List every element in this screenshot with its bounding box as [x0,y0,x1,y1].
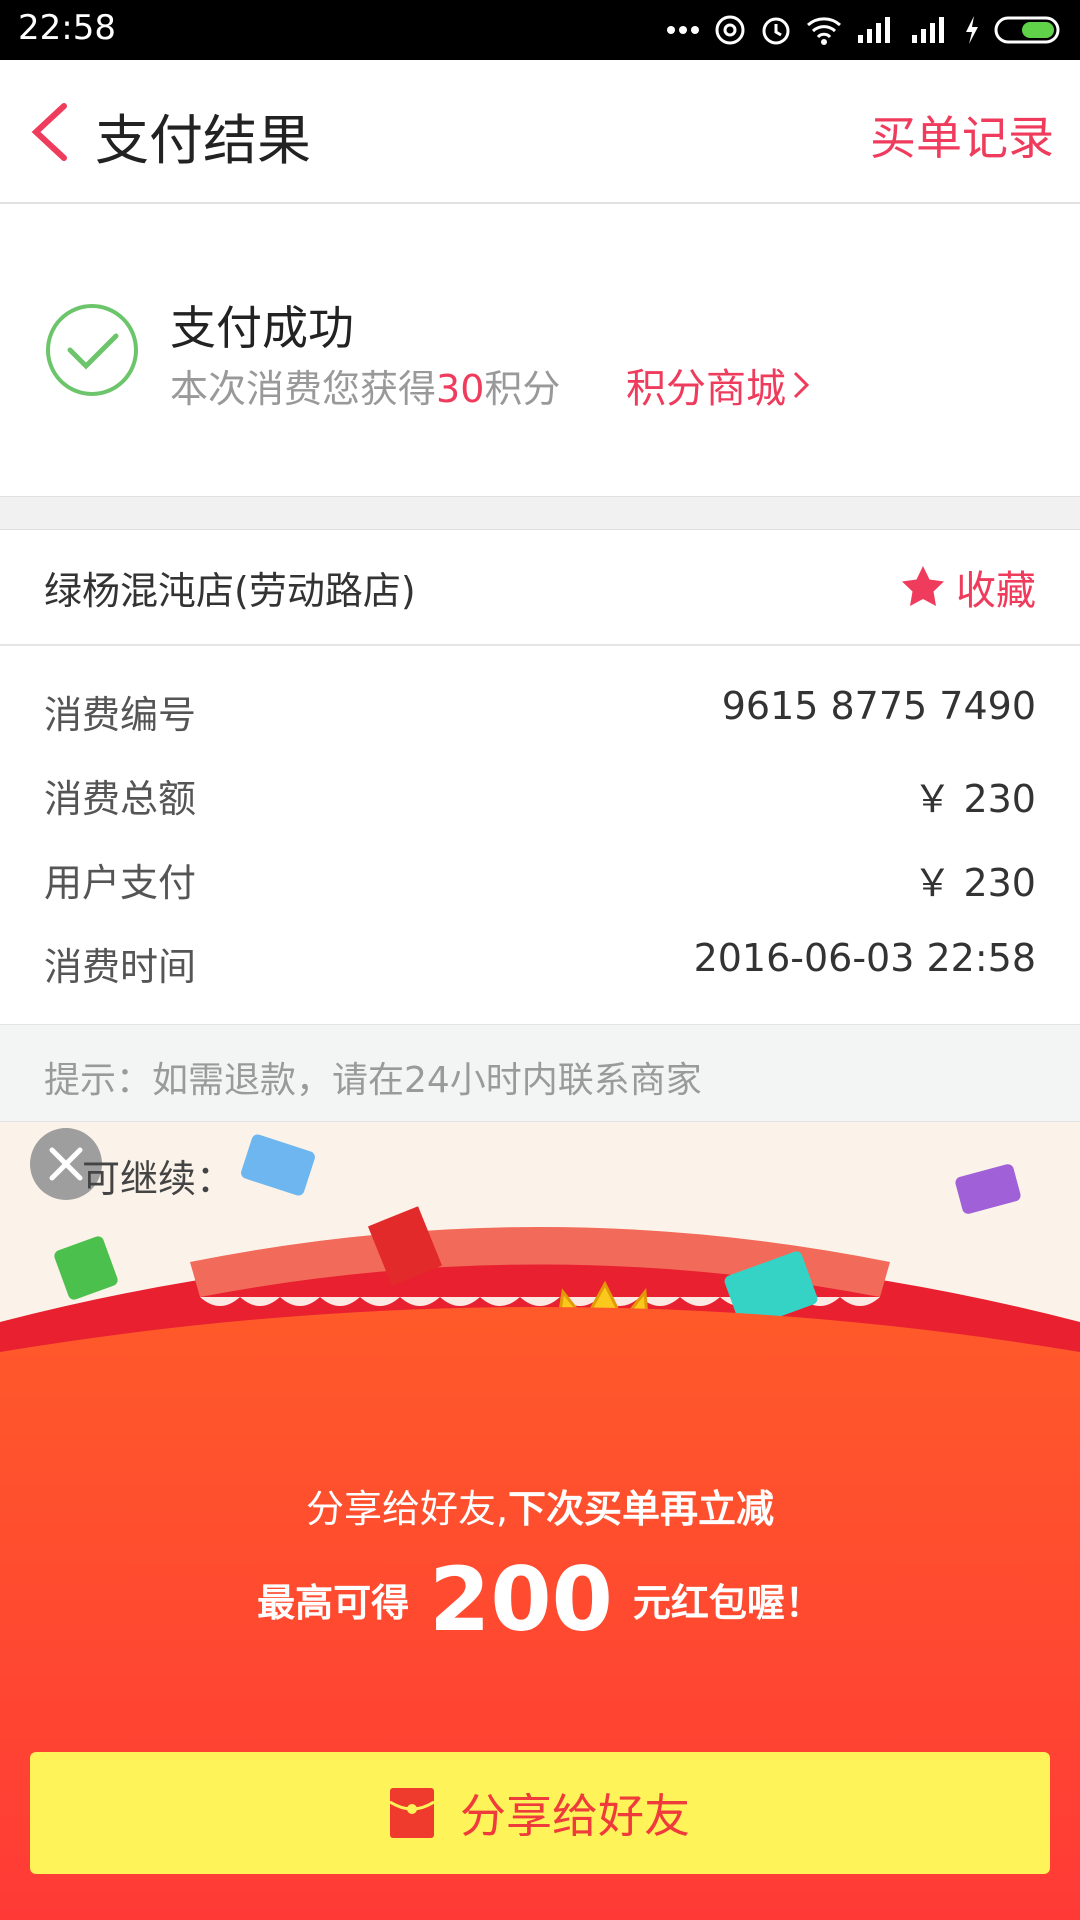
promo-headline: 分享给好友,下次买单再立减 [0,1478,1080,1533]
wifi-icon [807,17,841,45]
points-suffix: 积分 [484,367,561,411]
star-icon [902,566,944,606]
more-dots-icon [667,26,699,34]
continue-label: 可继续： [82,1157,235,1201]
promo-reward-amount: 200 [429,1548,613,1651]
user-paid-label: 用户支付 [44,861,197,905]
hotspot-icon [715,15,745,45]
payment-records-link[interactable]: 买单记录 [870,102,1054,168]
points-mall-link[interactable]: 积分商城 [626,356,810,414]
promo-reward: 最高可得 200 元红包喔！ [0,1548,1080,1651]
section-divider [0,496,1080,530]
promo-headline-normal: 分享给好友, [305,1487,509,1531]
points-prefix: 本次消费您获得 [170,367,437,411]
payment-time-label: 消费时间 [44,945,197,989]
favorite-label: 收藏 [956,568,1036,614]
status-icons [666,10,1064,50]
status-time: 22:58 [18,8,116,48]
refund-tip-text: 提示：如需退款，请在24小时内联系商家 [44,1060,702,1101]
battery-icon [994,16,1060,44]
payment-time-value: 2016-06-03 22:58 [693,936,1036,980]
signal-icon-2 [912,17,944,43]
promo-reward-prefix: 最高可得 [257,1581,410,1625]
alarm-icon [762,17,790,45]
promo-reward-suffix: 元红包喔！ [632,1581,823,1625]
status-bar: 22:58 [0,0,1080,60]
order-number-value: 9615 8775 7490 [721,684,1036,728]
chevron-right-icon [793,371,810,399]
store-name: 绿杨混沌店(劳动路店) [44,569,416,613]
points-value: 30 [436,367,485,411]
favorite-button[interactable]: 收藏 [900,558,1036,616]
share-button-label: 分享给好友 [460,1789,690,1843]
check-circle-icon [46,304,138,396]
order-number-label: 消费编号 [44,693,197,737]
promo-headline-bold: 下次买单再立减 [508,1487,775,1531]
signal-icon [858,17,890,43]
back-arrow-icon[interactable] [26,100,74,164]
refund-tip: 提示：如需退款，请在24小时内联系商家 [0,1024,1080,1122]
nav-header: 支付结果 买单记录 [0,60,1080,204]
charging-icon [966,16,978,44]
share-to-friends-button[interactable]: 分享给好友 [30,1752,1050,1874]
total-amount-value: ￥ 230 [913,777,1036,821]
store-row[interactable]: 绿杨混沌店(劳动路店) 收藏 [0,530,1080,646]
user-paid-value: ￥ 230 [913,861,1036,905]
page-title: 支付结果 [95,109,311,172]
red-packet-icon [390,1788,434,1838]
points-earned-text: 本次消费您获得30积分 [170,358,560,413]
total-amount-label: 消费总额 [44,777,197,821]
payment-success-title: 支付成功 [170,301,354,355]
points-mall-label: 积分商城 [626,366,786,412]
